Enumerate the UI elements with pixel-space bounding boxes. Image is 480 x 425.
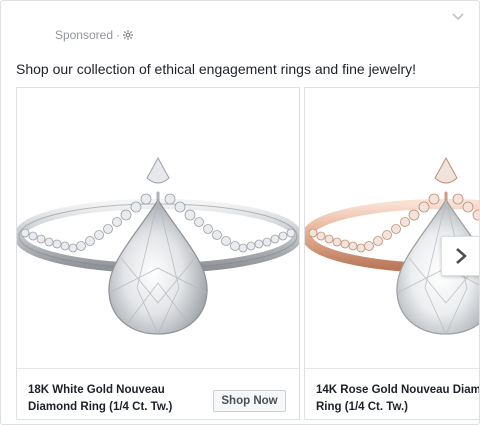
product-title-line: Diamond Ring (1/4 Ct. Tw.)	[28, 401, 173, 413]
gear-icon[interactable]	[123, 30, 133, 40]
product-title: 14K Rose Gold Nouveau Diamond Ring (1/4 …	[316, 382, 480, 416]
product-carousel: 18K White Gold Nouveau Diamond Ring (1/4…	[16, 87, 480, 424]
sponsored-label[interactable]: Sponsored	[55, 28, 113, 42]
ring-image	[305, 156, 479, 335]
product-image[interactable]	[17, 88, 299, 368]
chevron-right-icon	[456, 248, 467, 264]
product-image[interactable]	[305, 88, 479, 368]
carousel-next-button[interactable]	[441, 236, 479, 276]
shop-now-button[interactable]: Shop Now	[213, 390, 286, 412]
product-title-line: 18K White Gold Nouveau	[28, 384, 165, 396]
ring-image	[17, 156, 299, 335]
product-title: 18K White Gold Nouveau Diamond Ring (1/4…	[28, 382, 208, 416]
item-caption: 18K White Gold Nouveau Diamond Ring (1/4…	[17, 368, 299, 419]
carousel-item[interactable]: 18K White Gold Nouveau Diamond Ring (1/4…	[16, 87, 300, 420]
sponsored-post-card: Sponsored · Shop our collection of ethic…	[0, 0, 480, 425]
product-title-line: 14K Rose Gold Nouveau Diamond	[316, 384, 480, 396]
item-caption: 14K Rose Gold Nouveau Diamond Ring (1/4 …	[305, 368, 480, 419]
chevron-down-icon[interactable]	[451, 9, 465, 23]
separator-dot: ·	[116, 28, 120, 42]
sponsored-header: Sponsored ·	[1, 28, 133, 42]
product-title-line: Ring (1/4 Ct. Tw.)	[316, 401, 408, 413]
post-text: Shop our collection of ethical engagemen…	[16, 61, 417, 77]
